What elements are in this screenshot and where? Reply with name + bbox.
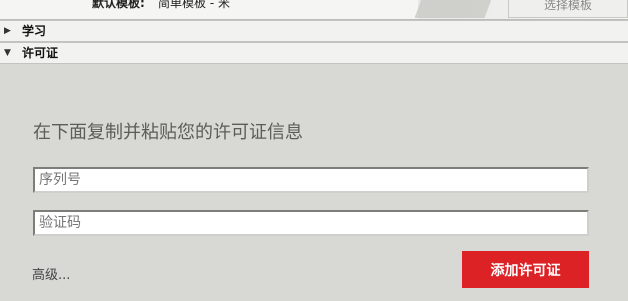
section-learn-label: 学习 [22, 24, 47, 38]
serial-number-field[interactable] [33, 167, 589, 193]
default-template-value: 简单模板 - 米 [158, 0, 230, 10]
license-panel: 在下面复制并粘贴您的许可证信息 高级... 添加许可证 [0, 64, 628, 301]
advanced-link[interactable]: 高级... [32, 264, 70, 283]
template-strip: 默认模板: 简单模板 - 米 选择模板 [0, 0, 628, 20]
section-license-header[interactable]: ▼ 许可证 [0, 42, 628, 64]
default-template-label: 默认模板: [92, 0, 145, 10]
add-license-button[interactable]: 添加许可证 [462, 251, 589, 288]
verification-code-field[interactable] [33, 210, 589, 236]
license-instruction-text: 在下面复制并粘贴您的许可证信息 [33, 122, 303, 143]
section-learn-header[interactable]: ▶ 学习 [0, 20, 628, 42]
triangle-right-icon: ▶ [4, 26, 11, 36]
section-license-label: 许可证 [22, 46, 59, 60]
template-preview-graphic [414, 0, 496, 18]
choose-template-button[interactable]: 选择模板 [508, 0, 628, 18]
triangle-down-icon: ▼ [4, 48, 11, 58]
